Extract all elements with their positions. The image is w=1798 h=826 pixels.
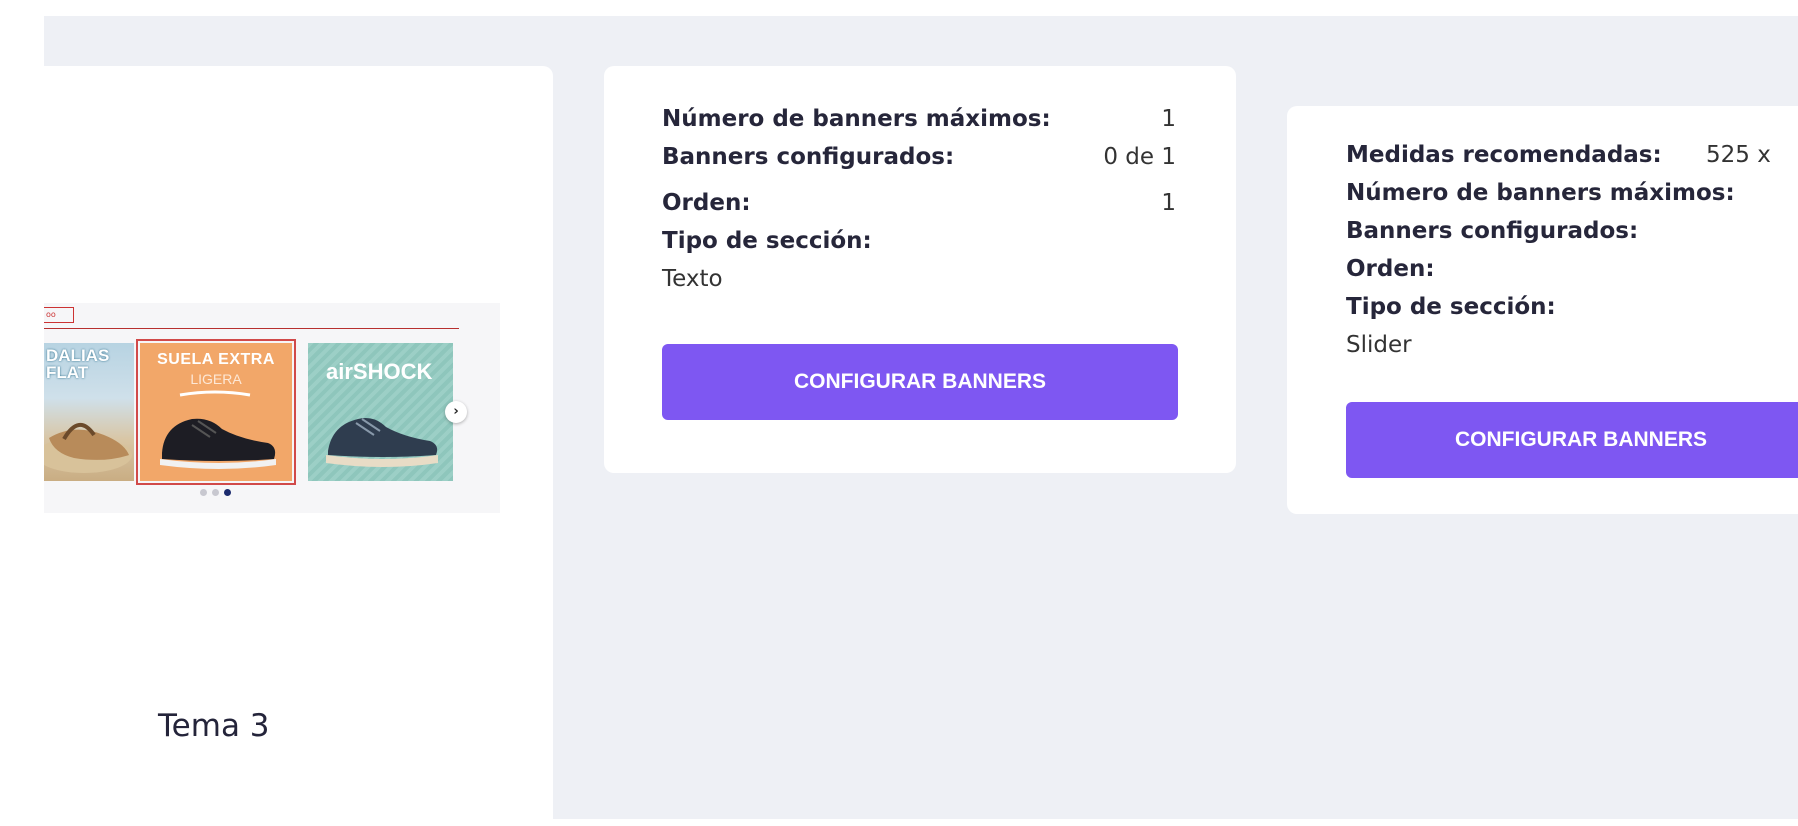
info-row-order: Orden: 1 [662, 182, 1176, 228]
info-label: Orden: [662, 190, 751, 216]
info-row-configured-banners: Banners configurados: 0 de 1 [662, 144, 1176, 182]
info-row-max-banners: Número de banners máximos: 1 [662, 106, 1176, 144]
info-row-configured-banners: Banners configurados: 0 d [1346, 218, 1798, 256]
section-type-label: Tipo de sección: [662, 228, 872, 254]
next-arrow-icon[interactable]: › [445, 401, 467, 423]
section-type-value: Texto [662, 266, 723, 292]
preview-divider [44, 328, 459, 329]
carousel-dot[interactable] [200, 489, 207, 496]
info-value: 1 [1161, 106, 1176, 132]
banner-tile-sandalias: DALIAS FLAT [44, 343, 134, 481]
section-type-value: Slider [1346, 332, 1412, 358]
sneaker-image [160, 390, 276, 469]
info-value: 525 x [1706, 142, 1771, 168]
carousel-dot[interactable] [212, 489, 219, 496]
content-area: oo DALIAS FLAT SUELA EXTRA LIGERA airSHO… [44, 16, 1798, 826]
info-row-order: Orden: [1346, 256, 1798, 294]
configure-banners-button[interactable]: CONFIGURAR BANNERS [662, 344, 1178, 420]
info-label: Número de banners máximos: [1346, 180, 1735, 206]
configure-banners-button[interactable]: CONFIGURAR BANNERS [1346, 402, 1798, 478]
sandal-image [44, 423, 132, 473]
theme-preview-card[interactable]: oo DALIAS FLAT SUELA EXTRA LIGERA airSHO… [44, 66, 553, 826]
shoe-image [326, 418, 438, 467]
banner-preview: oo DALIAS FLAT SUELA EXTRA LIGERA airSHO… [44, 303, 500, 513]
info-row-max-banners: Número de banners máximos: [1346, 180, 1798, 218]
info-label: Banners configurados: [662, 144, 955, 170]
banner-tile-suela: SUELA EXTRA LIGERA [136, 339, 296, 485]
info-row-recommended-size: Medidas recomendadas: 525 x [1346, 142, 1798, 180]
info-label: Orden: [1346, 256, 1435, 282]
section-card-text: Número de banners máximos: 1 Banners con… [604, 66, 1236, 473]
info-label: Medidas recomendadas: [1346, 142, 1662, 168]
info-label: Banners configurados: [1346, 218, 1639, 244]
section-card-slider: Medidas recomendadas: 525 x Número de ba… [1287, 106, 1798, 514]
info-value: 1 [1161, 190, 1176, 216]
info-value: 0 de 1 [1103, 144, 1176, 170]
banner-tile-airshock: airSHOCK [308, 343, 453, 481]
section-type-label: Tipo de sección: [1346, 294, 1556, 320]
section-info: Número de banners máximos: 1 Banners con… [662, 106, 1176, 306]
carousel-dots [200, 489, 231, 496]
theme-name: Tema 3 [158, 708, 270, 744]
preview-tag: oo [44, 307, 74, 323]
carousel-dot-active[interactable] [224, 489, 231, 496]
info-label: Número de banners máximos: [662, 106, 1051, 132]
section-info: Medidas recomendadas: 525 x Número de ba… [1346, 142, 1798, 372]
